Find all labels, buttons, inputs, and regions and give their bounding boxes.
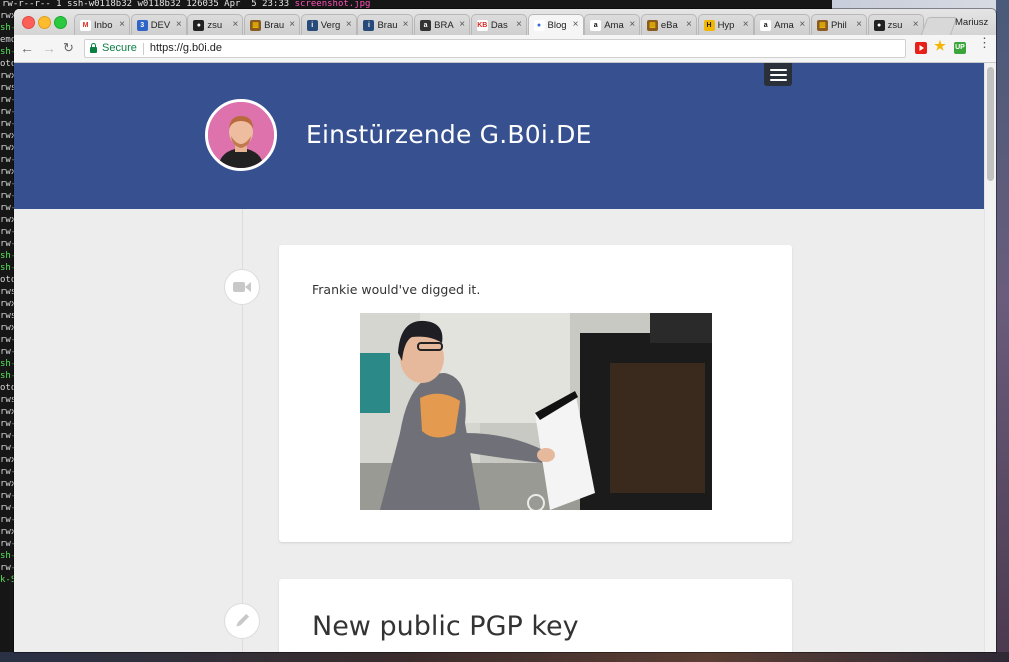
secure-label: Secure [102,42,137,54]
adv-icon: a [420,19,432,31]
lock-icon [90,43,97,53]
tab-close-icon[interactable]: × [573,19,579,30]
tab-close-icon[interactable]: × [913,19,919,30]
gmail-icon: M [80,19,91,31]
phil-icon: ▥ [816,19,828,31]
browser-tab[interactable]: KB Das × [470,14,527,35]
site-title[interactable]: Einstürzende G.B0i.DE [306,120,592,149]
window-minimize-button[interactable] [38,16,51,29]
browser-tab[interactable]: M Inbo × [74,14,130,35]
browser-tab[interactable]: H Hyp × [697,14,754,35]
site-header: Einstürzende G.B0i.DE [14,63,984,209]
terminal-filename: screenshot.jpg [294,0,371,9]
tab-close-icon[interactable]: × [346,19,352,30]
terminal-listing-text: rw-r--r-- 1 ssh-w0118b32 w0118b32 126035… [2,0,295,9]
tab-close-icon[interactable]: × [403,19,409,30]
browser-tab[interactable]: ● Blog × [527,14,584,35]
tab-close-icon[interactable]: × [686,19,692,30]
new-tab-button[interactable] [920,17,958,36]
browser-tab[interactable]: ▥ eBa × [640,14,697,35]
reload-icon[interactable]: ↻ [63,40,74,56]
browser-tab[interactable]: ▥ Phil × [810,14,867,35]
browser-tab[interactable]: a BRA × [414,14,471,35]
tab-close-icon[interactable]: × [459,19,465,30]
kb-icon: KB [476,19,488,31]
browser-tab[interactable]: ▥ Brau × [244,14,301,35]
browser-toolbar: ← → ↻ Secure https://g.b0i.de ★ UP ⋮ [14,35,996,63]
profile-name[interactable]: Mariusz [955,17,988,28]
avatar[interactable] [205,99,277,171]
amazon-icon: a [760,19,772,31]
tab-close-icon[interactable]: × [629,19,635,30]
tab-close-icon[interactable]: × [799,19,805,30]
github-icon: ● [193,19,205,31]
amazon-icon: a [590,19,602,31]
browser-tab[interactable]: i Brau × [357,14,414,35]
info-icon: i [363,19,375,31]
page-scrollbar[interactable] [984,63,996,652]
hamburger-menu-icon[interactable] [764,63,792,86]
post-text: Frankie would've digged it. [312,282,481,297]
up-extension-icon[interactable]: UP [954,42,966,54]
forward-icon[interactable]: → [42,40,56,56]
scrollbar-thumb[interactable] [987,67,994,181]
info-icon: i [306,19,318,31]
url-text[interactable]: https://g.b0i.de [150,40,222,57]
tabs: M Inbo × 3 DEV × ● zsu × ▥ Brau × i Verg × i Brau × a BRA × K… [74,14,924,35]
back-icon[interactable]: ← [20,40,34,56]
post-title[interactable]: New public PGP key [312,611,579,642]
window-close-button[interactable] [22,16,35,29]
tab-close-icon[interactable]: × [856,19,862,30]
dev-icon: 3 [136,19,148,31]
pencil-icon [225,604,259,638]
desktop-wallpaper-right [996,0,1009,662]
bookmark-star-icon[interactable]: ★ [934,39,946,52]
address-bar[interactable]: Secure https://g.b0i.de [84,39,906,58]
tab-close-icon[interactable]: × [516,19,522,30]
video-camera-icon [225,270,259,304]
omnibox-separator [142,42,144,55]
hyp-icon: H [703,19,715,31]
post-card: Frankie would've digged it. [279,245,792,542]
ebay-icon: ▥ [646,19,658,31]
tab-strip: M Inbo × 3 DEV × ● zsu × ▥ Brau × i Verg × i Brau × a BRA × K… [14,9,996,36]
browser-tab[interactable]: 3 DEV × [130,14,187,35]
browser-tab[interactable]: ● zsu × [867,14,924,35]
browser-window: M Inbo × 3 DEV × ● zsu × ▥ Brau × i Verg × i Brau × a BRA × K… [14,9,996,652]
tab-close-icon[interactable]: × [743,19,749,30]
page-viewport: Einstürzende G.B0i.DE Frankie would've d… [14,63,996,652]
tab-close-icon[interactable]: × [119,19,125,30]
blog-icon: ● [533,19,545,31]
youtube-extension-icon[interactable] [915,42,927,54]
tab-close-icon[interactable]: × [289,19,295,30]
window-maximize-button[interactable] [54,16,67,29]
desktop-wallpaper-bottom [0,652,1009,662]
browser-tab[interactable]: a Ama × [584,14,641,35]
github-icon: ● [873,19,885,31]
post-video[interactable] [360,313,712,510]
brau-icon: ▥ [250,19,262,31]
browser-tab[interactable]: i Verg × [300,14,357,35]
post-card: New public PGP key [279,579,792,652]
browser-tab[interactable]: ● zsu × [187,14,244,35]
chrome-menu-icon[interactable]: ⋮ [978,36,991,49]
tab-close-icon[interactable]: × [176,19,182,30]
tab-close-icon[interactable]: × [233,19,239,30]
browser-tab[interactable]: a Ama × [754,14,811,35]
